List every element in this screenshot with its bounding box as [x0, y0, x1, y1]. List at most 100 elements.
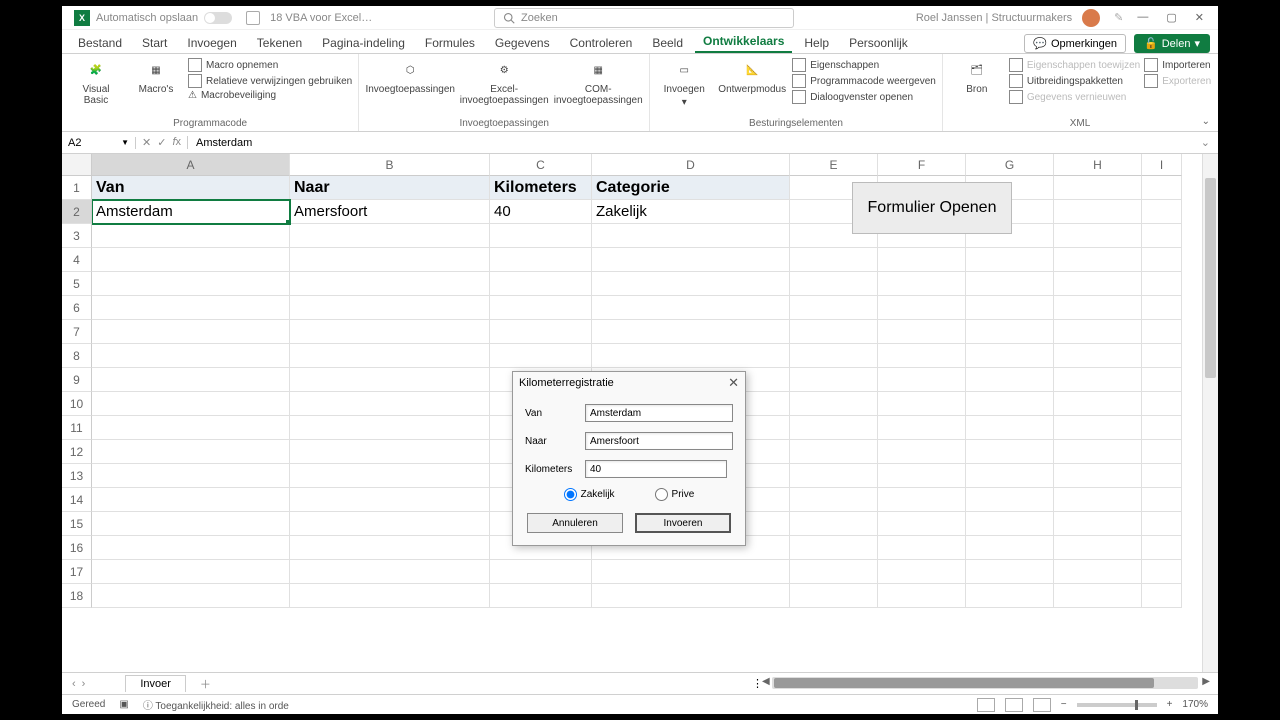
cell-I9[interactable] — [1142, 368, 1182, 392]
cell-B4[interactable] — [290, 248, 490, 272]
cell-D1[interactable]: Categorie — [592, 176, 790, 200]
cell-C18[interactable] — [490, 584, 592, 608]
row-header-13[interactable]: 13 — [62, 464, 92, 488]
row-header-18[interactable]: 18 — [62, 584, 92, 608]
zoom-slider[interactable] — [1077, 703, 1157, 707]
cell-I13[interactable] — [1142, 464, 1182, 488]
hscroll-right-icon[interactable]: ▶ — [1202, 676, 1210, 687]
cell-E5[interactable] — [790, 272, 878, 296]
cell-I5[interactable] — [1142, 272, 1182, 296]
cell-F4[interactable] — [878, 248, 966, 272]
cell-C17[interactable] — [490, 560, 592, 584]
excel-addins-button[interactable]: ⚙Excel- invoegtoepassingen — [459, 56, 549, 106]
row-header-9[interactable]: 9 — [62, 368, 92, 392]
col-header-I[interactable]: I — [1142, 154, 1182, 176]
cell-B13[interactable] — [290, 464, 490, 488]
properties-button[interactable]: Eigenschappen — [792, 58, 936, 72]
cell-A8[interactable] — [92, 344, 290, 368]
cell-H7[interactable] — [1054, 320, 1142, 344]
cell-G7[interactable] — [966, 320, 1054, 344]
cell-I1[interactable] — [1142, 176, 1182, 200]
row-header-5[interactable]: 5 — [62, 272, 92, 296]
col-header-D[interactable]: D — [592, 154, 790, 176]
cell-H18[interactable] — [1054, 584, 1142, 608]
zoom-in-icon[interactable]: + — [1167, 699, 1173, 710]
cell-B18[interactable] — [290, 584, 490, 608]
cell-F11[interactable] — [878, 416, 966, 440]
cell-A14[interactable] — [92, 488, 290, 512]
radio-zakelijk[interactable]: Zakelijk — [564, 488, 615, 501]
cell-I18[interactable] — [1142, 584, 1182, 608]
tab-gegevens[interactable]: Gegevens — [487, 33, 558, 53]
com-addins-button[interactable]: ▦COM- invoegtoepassingen — [553, 56, 643, 106]
tab-formules[interactable]: Formules — [417, 33, 483, 53]
col-header-C[interactable]: C — [490, 154, 592, 176]
cell-D4[interactable] — [592, 248, 790, 272]
cell-A3[interactable] — [92, 224, 290, 248]
row-header-11[interactable]: 11 — [62, 416, 92, 440]
comments-button[interactable]: 💬Opmerkingen — [1024, 34, 1126, 53]
addins-button[interactable]: ⬡Invoegtoepassingen — [365, 56, 455, 95]
cell-E11[interactable] — [790, 416, 878, 440]
col-header-F[interactable]: F — [878, 154, 966, 176]
pen-icon[interactable]: ✎ — [1114, 11, 1123, 24]
cell-I8[interactable] — [1142, 344, 1182, 368]
import-button[interactable]: Importeren — [1144, 58, 1211, 72]
run-dialog-button[interactable]: Dialoogvenster openen — [792, 90, 936, 104]
col-header-G[interactable]: G — [966, 154, 1054, 176]
cell-H5[interactable] — [1054, 272, 1142, 296]
cell-I2[interactable] — [1142, 200, 1182, 224]
row-header-2[interactable]: 2 — [62, 200, 92, 224]
cell-H2[interactable] — [1054, 200, 1142, 224]
cell-B17[interactable] — [290, 560, 490, 584]
row-header-8[interactable]: 8 — [62, 344, 92, 368]
fx-icon[interactable]: fx — [172, 136, 181, 149]
cell-E15[interactable] — [790, 512, 878, 536]
naar-input[interactable] — [585, 432, 733, 450]
cell-E16[interactable] — [790, 536, 878, 560]
cell-G17[interactable] — [966, 560, 1054, 584]
accessibility-label[interactable]: ⓘ Toegankelijkheid: alles in orde — [143, 697, 289, 712]
cell-F17[interactable] — [878, 560, 966, 584]
cell-B11[interactable] — [290, 416, 490, 440]
cell-C1[interactable]: Kilometers — [490, 176, 592, 200]
tab-ontwikkelaars[interactable]: Ontwikkelaars — [695, 31, 792, 53]
dialog-close-icon[interactable]: ✕ — [728, 375, 739, 391]
cell-I16[interactable] — [1142, 536, 1182, 560]
hscroll-left-icon[interactable]: ◀ — [762, 676, 770, 687]
submit-button[interactable]: Invoeren — [635, 513, 731, 533]
cell-F18[interactable] — [878, 584, 966, 608]
cell-F6[interactable] — [878, 296, 966, 320]
formula-expand-icon[interactable]: ⌄ — [1193, 136, 1218, 149]
cell-F10[interactable] — [878, 392, 966, 416]
cell-H16[interactable] — [1054, 536, 1142, 560]
col-header-A[interactable]: A — [92, 154, 290, 176]
cell-E12[interactable] — [790, 440, 878, 464]
cell-G9[interactable] — [966, 368, 1054, 392]
tab-persoonlijk[interactable]: Persoonlijk — [841, 33, 916, 53]
cell-C4[interactable] — [490, 248, 592, 272]
cell-H15[interactable] — [1054, 512, 1142, 536]
cell-E17[interactable] — [790, 560, 878, 584]
cell-I3[interactable] — [1142, 224, 1182, 248]
cell-D7[interactable] — [592, 320, 790, 344]
cell-G11[interactable] — [966, 416, 1054, 440]
cell-B16[interactable] — [290, 536, 490, 560]
cell-A17[interactable] — [92, 560, 290, 584]
cell-H8[interactable] — [1054, 344, 1142, 368]
tab-controleren[interactable]: Controleren — [562, 33, 641, 53]
design-mode-button[interactable]: 📐Ontwerpmodus — [716, 56, 788, 95]
cell-G12[interactable] — [966, 440, 1054, 464]
cell-I11[interactable] — [1142, 416, 1182, 440]
cell-E7[interactable] — [790, 320, 878, 344]
maximize-icon[interactable]: ▢ — [1166, 11, 1176, 24]
row-header-16[interactable]: 16 — [62, 536, 92, 560]
cell-B10[interactable] — [290, 392, 490, 416]
cell-F14[interactable] — [878, 488, 966, 512]
name-box[interactable]: A2▼ — [62, 137, 136, 149]
row-header-10[interactable]: 10 — [62, 392, 92, 416]
cell-B8[interactable] — [290, 344, 490, 368]
minimize-icon[interactable]: — — [1137, 11, 1148, 24]
scroll-thumb[interactable] — [774, 678, 1154, 688]
cell-B12[interactable] — [290, 440, 490, 464]
